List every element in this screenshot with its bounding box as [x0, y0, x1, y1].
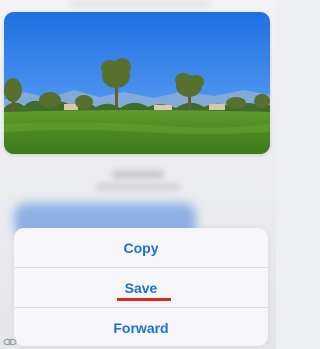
- blurred-caption-secondary: [96, 183, 180, 191]
- link-icon: [3, 338, 17, 346]
- copy-button[interactable]: Copy: [14, 228, 268, 267]
- highlight-underline: [117, 298, 171, 301]
- blurred-caption: [112, 170, 164, 179]
- action-sheet: Copy Save Forward: [14, 228, 268, 346]
- blurred-header: [70, 0, 210, 8]
- image-preview[interactable]: [4, 12, 270, 154]
- save-label: Save: [124, 279, 158, 296]
- forward-label: Forward: [113, 319, 169, 336]
- golf-course-photo: [4, 12, 270, 154]
- save-button[interactable]: Save: [14, 267, 268, 307]
- forward-button[interactable]: Forward: [14, 307, 268, 346]
- copy-label: Copy: [123, 239, 159, 256]
